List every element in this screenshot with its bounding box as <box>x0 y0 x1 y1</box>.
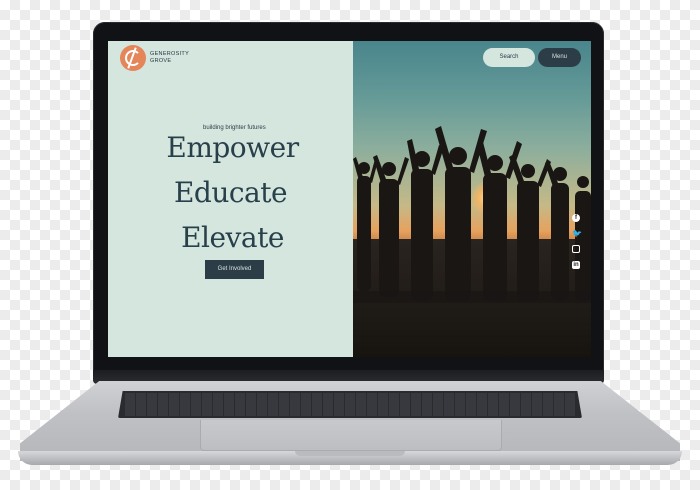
twitter-icon[interactable]: 🐦 <box>572 230 582 238</box>
brand-name[interactable]: GENEROSITY GROVE <box>150 51 210 65</box>
hero-text-panel: GENEROSITY GROVE building brighter futur… <box>108 41 353 357</box>
instagram-icon[interactable] <box>572 245 580 253</box>
search-button[interactable]: Search <box>483 48 535 67</box>
headline-educate: Educate <box>173 176 288 209</box>
brand-name-line2: GROVE <box>150 58 172 64</box>
facebook-icon[interactable]: f <box>572 214 580 222</box>
hero-photo: Search Menu f 🐦 in <box>353 41 591 357</box>
keyboard-keys <box>124 393 576 416</box>
crowd-silhouette-icon <box>353 126 591 303</box>
laptop-screen: GENEROSITY GROVE building brighter futur… <box>108 41 591 357</box>
menu-button[interactable]: Menu <box>538 48 581 67</box>
trackpad <box>200 420 502 451</box>
brand-name-line1: GENEROSITY <box>150 51 190 57</box>
linkedin-icon[interactable]: in <box>572 261 580 269</box>
get-involved-button[interactable]: Get Involved <box>205 260 264 279</box>
logo-icon[interactable] <box>120 45 146 71</box>
headline-empower: Empower <box>166 131 299 164</box>
headline-elevate: Elevate <box>181 221 284 254</box>
laptop-notch <box>295 451 405 456</box>
laptop-mockup: GENEROSITY GROVE building brighter futur… <box>0 0 700 490</box>
